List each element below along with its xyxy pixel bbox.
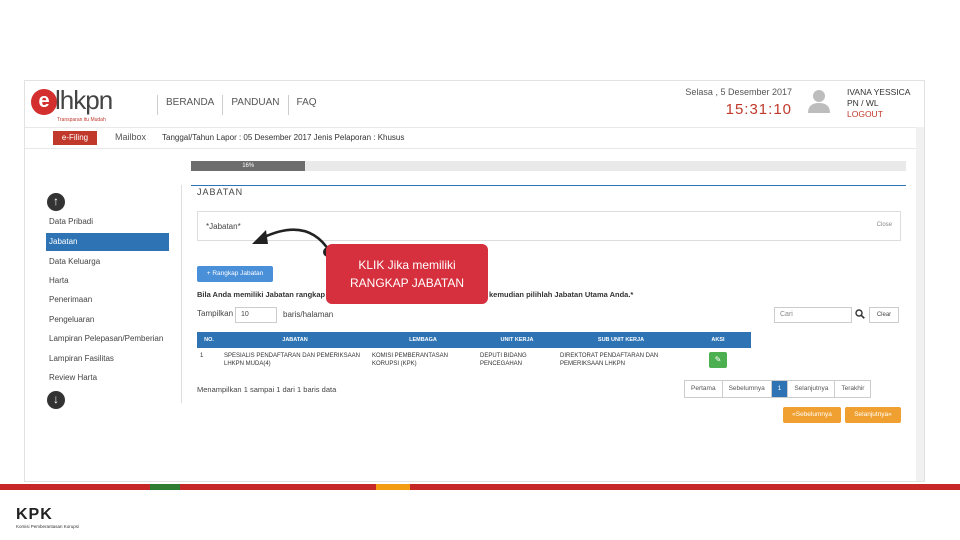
nav-panduan[interactable]: PANDUAN xyxy=(222,95,287,115)
nav-faq[interactable]: FAQ xyxy=(287,95,325,115)
pager-next[interactable]: Selanjutnya xyxy=(787,381,834,397)
logo-text: lhkpn xyxy=(55,85,113,115)
user-avatar-icon xyxy=(808,90,830,113)
col-unit-kerja[interactable]: UNIT KERJA xyxy=(477,332,557,348)
pager-prev[interactable]: Sebelumnya xyxy=(721,381,771,397)
footer-bar-orange xyxy=(376,484,410,490)
cell-no: 1 xyxy=(200,353,204,359)
sidebar-item-penerimaan[interactable]: Penerimaan xyxy=(46,291,169,309)
scroll-down-icon[interactable]: ↓ xyxy=(47,391,65,409)
sidebar-item-jabatan[interactable]: Jabatan xyxy=(46,233,169,251)
scroll-up-icon[interactable]: ↑ xyxy=(47,193,65,211)
title-rule xyxy=(191,185,906,186)
close-button[interactable]: Close xyxy=(877,222,892,228)
callout-line-1: KLIK Jika memiliki xyxy=(358,258,456,272)
footer-bar-green xyxy=(150,484,180,490)
kpk-text: KPK xyxy=(16,506,53,523)
col-aksi: AKSI xyxy=(685,332,751,348)
sidebar-item-lampiran-pelepasan[interactable]: Lampiran Pelepasan/Pemberian xyxy=(46,330,169,348)
user-name: IVANA YESSICA xyxy=(847,87,911,97)
jabatan-note: *Jabatan* xyxy=(206,222,241,231)
report-info: Tanggal/Tahun Lapor : 05 Desember 2017 J… xyxy=(162,133,405,142)
cell-lembaga: KOMISI PEMBERANTASAN KORUPSI (KPK) xyxy=(372,353,448,367)
instruction-note-right: kemudian pilihlah Jabatan Utama Anda.* xyxy=(489,290,634,299)
date-time: Selasa , 5 Desember 2017 15:31:10 xyxy=(685,87,792,118)
logo-tagline: Transparan itu Mudah xyxy=(57,117,106,123)
sidebar-divider xyxy=(181,185,182,403)
kpk-subtitle: Komisi Pemberantasan Korupsi xyxy=(16,524,80,529)
search-input[interactable]: Cari xyxy=(774,307,852,323)
edit-icon[interactable]: ✎ xyxy=(709,352,727,368)
elhkpn-logo[interactable]: e lhkpn Transparan itu Mudah xyxy=(31,85,141,127)
pager-first[interactable]: Pertama xyxy=(685,381,722,397)
app-header: e lhkpn Transparan itu Mudah BERANDA PAN… xyxy=(25,81,924,127)
sidebar-item-pengeluaran[interactable]: Pengeluaran xyxy=(46,311,169,329)
callout-line-2: RANGKAP JABATAN xyxy=(349,276,465,290)
cell-aksi: ✎ xyxy=(685,348,751,374)
col-sub-unit-kerja[interactable]: SUB UNIT KERJA xyxy=(557,332,685,348)
kpk-logo: KPK Komisi Pemberantasan Korupsi xyxy=(16,506,96,534)
instruction-note-left: Bila Anda memiliki Jabatan rangkap xyxy=(197,290,326,299)
sidebar-item-data-keluarga[interactable]: Data Keluarga xyxy=(46,253,169,271)
search-icon[interactable] xyxy=(855,309,865,319)
pager-page-1[interactable]: 1 xyxy=(770,381,788,397)
sidebar-item-review-harta[interactable]: Review Harta xyxy=(46,369,169,387)
callout-arrow-icon xyxy=(252,228,333,257)
col-no[interactable]: NO. xyxy=(197,332,221,348)
pager-last[interactable]: Terakhir xyxy=(834,381,870,397)
current-time: 15:31:10 xyxy=(725,101,792,118)
pagination: Pertama Sebelumnya 1 Selanjutnya Terakhi… xyxy=(684,380,872,398)
col-lembaga[interactable]: LEMBAGA xyxy=(369,332,477,348)
progress-fill: 16% xyxy=(191,161,306,171)
col-jabatan[interactable]: JABATAN xyxy=(221,332,369,348)
show-label: Tampilkan xyxy=(197,309,234,318)
cell-unit-kerja: DEPUTI BIDANG PENCEGAHAN xyxy=(480,353,527,367)
rangkap-jabatan-button[interactable]: + Rangkap Jabatan xyxy=(197,266,273,282)
top-navigation: BERANDA PANDUAN FAQ xyxy=(157,95,325,115)
sub-bar: e-Filing Mailbox Tanggal/Tahun Lapor : 0… xyxy=(25,127,924,149)
sidebar-item-harta[interactable]: Harta xyxy=(46,272,169,290)
user-role: PN / WL xyxy=(847,98,879,108)
per-page-label: baris/halaman xyxy=(283,310,334,319)
previous-step-button[interactable]: «Sebelumnya xyxy=(783,407,841,423)
sidebar-item-lampiran-fasilitas[interactable]: Lampiran Fasilitas xyxy=(46,350,169,368)
user-info: IVANA YESSICA PN / WL LOGOUT xyxy=(847,87,910,120)
logout-link[interactable]: LOGOUT xyxy=(847,109,910,120)
cell-sub-unit-kerja: DIREKTORAT PENDAFTARAN DAN PEMERIKSAAN L… xyxy=(560,353,659,367)
next-step-button[interactable]: Selanjutnya» xyxy=(845,407,901,423)
clear-button[interactable]: Clear xyxy=(869,307,899,323)
table-row: 1 SPESIALIS PENDAFTARAN DAN PEMERIKSAAN … xyxy=(197,348,751,374)
mailbox-tab[interactable]: Mailbox xyxy=(115,132,146,142)
logo-mark: e xyxy=(31,89,57,115)
page-scrollbar[interactable] xyxy=(916,127,924,481)
callout-box: KLIK Jika memiliki RANGKAP JABATAN xyxy=(326,244,488,304)
cell-jabatan: SPESIALIS PENDAFTARAN DAN PEMERIKSAAN LH… xyxy=(224,353,360,367)
efiling-tab[interactable]: e-Filing xyxy=(53,131,97,145)
page-title: JABATAN xyxy=(197,187,244,197)
table-header-row: NO. JABATAN LEMBAGA UNIT KERJA SUB UNIT … xyxy=(197,332,751,348)
footer-bar xyxy=(0,484,960,490)
page-size-select[interactable]: 10 xyxy=(235,307,277,323)
progress-bar: 16% xyxy=(191,161,906,171)
jabatan-table: NO. JABATAN LEMBAGA UNIT KERJA SUB UNIT … xyxy=(197,332,751,374)
showing-info: Menampilkan 1 sampai 1 dari 1 baris data xyxy=(197,385,337,394)
sidebar-item-data-pribadi[interactable]: Data Pribadi xyxy=(46,213,169,231)
current-date: Selasa , 5 Desember 2017 xyxy=(685,87,792,97)
nav-beranda[interactable]: BERANDA xyxy=(157,95,222,115)
